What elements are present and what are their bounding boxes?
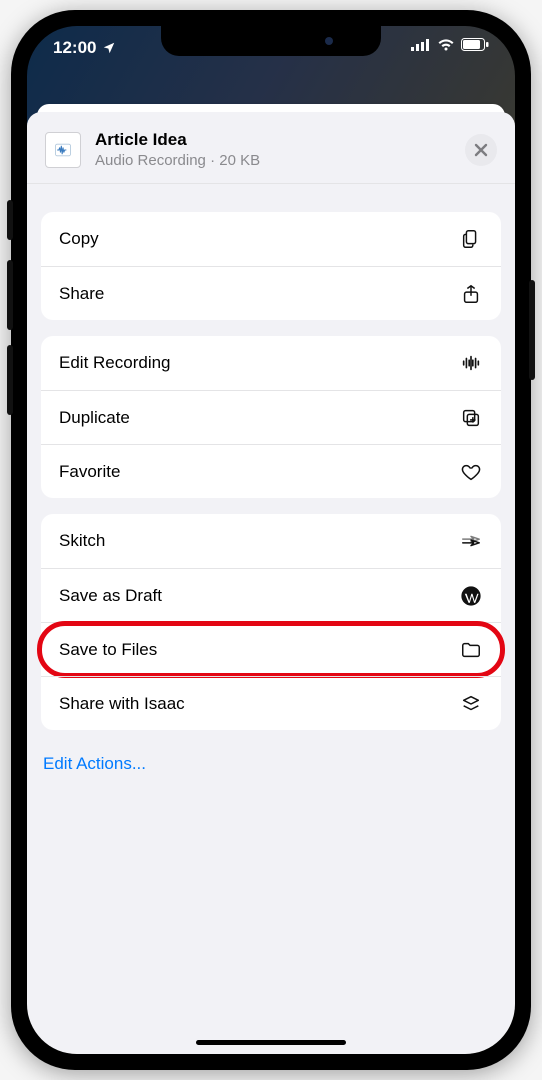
location-icon xyxy=(102,41,116,55)
waveform-icon xyxy=(459,351,483,375)
layers-icon xyxy=(459,692,483,716)
action-groups: Copy Share Edit Recording xyxy=(27,184,515,782)
action-copy[interactable]: Copy xyxy=(41,212,501,266)
side-button xyxy=(7,200,13,240)
copy-icon xyxy=(459,227,483,251)
action-label: Share xyxy=(59,284,104,304)
action-edit-recording[interactable]: Edit Recording xyxy=(41,336,501,390)
folder-icon xyxy=(459,638,483,662)
action-label: Skitch xyxy=(59,531,105,551)
phone-frame: 12:00 Article Idea Audio Recording · 20 … xyxy=(11,10,531,1070)
action-skitch[interactable]: Skitch xyxy=(41,514,501,568)
action-share-with-isaac[interactable]: Share with Isaac xyxy=(41,676,501,730)
share-sheet: Article Idea Audio Recording · 20 KB Cop… xyxy=(27,112,515,1054)
close-icon xyxy=(474,143,488,157)
action-label: Copy xyxy=(59,229,99,249)
action-label: Save to Files xyxy=(59,640,157,660)
duplicate-icon xyxy=(459,406,483,430)
volume-down-button xyxy=(7,345,13,415)
action-save-to-files[interactable]: Save to Files xyxy=(41,622,501,676)
wifi-icon xyxy=(437,38,455,51)
action-group-1: Copy Share xyxy=(41,212,501,320)
action-group-3: Skitch Save as Draft Save to Files xyxy=(41,514,501,730)
status-left: 12:00 xyxy=(53,38,116,58)
sheet-header: Article Idea Audio Recording · 20 KB xyxy=(27,112,515,184)
skitch-arrow-icon xyxy=(459,529,483,553)
action-label: Favorite xyxy=(59,462,120,482)
action-label: Edit Recording xyxy=(59,353,171,373)
action-label: Share with Isaac xyxy=(59,694,185,714)
action-favorite[interactable]: Favorite xyxy=(41,444,501,498)
action-group-2: Edit Recording Duplicate Favorite xyxy=(41,336,501,498)
cellular-icon xyxy=(411,39,431,51)
action-label: Save as Draft xyxy=(59,586,162,606)
heart-icon xyxy=(459,460,483,484)
screen: 12:00 Article Idea Audio Recording · 20 … xyxy=(27,26,515,1054)
status-right xyxy=(411,38,489,51)
action-duplicate[interactable]: Duplicate xyxy=(41,390,501,444)
battery-icon xyxy=(461,38,489,51)
file-subtitle: Audio Recording · 20 KB xyxy=(95,152,451,169)
sheet-header-text: Article Idea Audio Recording · 20 KB xyxy=(95,130,451,169)
action-label: Duplicate xyxy=(59,408,130,428)
action-share[interactable]: Share xyxy=(41,266,501,320)
notch xyxy=(161,26,381,56)
volume-up-button xyxy=(7,260,13,330)
wordpress-icon xyxy=(459,584,483,608)
action-save-as-draft[interactable]: Save as Draft xyxy=(41,568,501,622)
audio-file-icon xyxy=(45,132,81,168)
home-indicator[interactable] xyxy=(196,1040,346,1045)
status-time: 12:00 xyxy=(53,38,96,58)
edit-actions-link[interactable]: Edit Actions... xyxy=(41,746,501,782)
file-title: Article Idea xyxy=(95,130,451,150)
edit-actions-label: Edit Actions... xyxy=(43,754,146,773)
close-button[interactable] xyxy=(465,134,497,166)
share-icon xyxy=(459,282,483,306)
power-button xyxy=(529,280,535,380)
